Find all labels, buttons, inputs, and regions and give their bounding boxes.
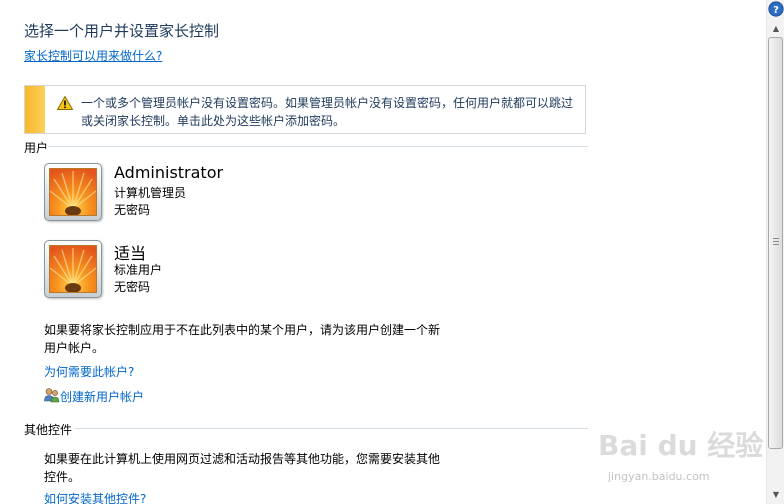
- create-account-hint-line-2: 用户帐户。: [44, 341, 105, 355]
- warning-icon: [57, 96, 73, 110]
- scroll-grip-icon: [773, 238, 779, 246]
- users-section-label: 用户: [24, 141, 49, 155]
- user-password-status: 无密码: [114, 203, 151, 217]
- user-name: Administrator: [114, 163, 224, 182]
- create-user-link[interactable]: 创建新用户帐户: [60, 388, 144, 405]
- warning-text-line-2: 或关闭家长控制。单击此处为这些帐户添加密码。: [81, 114, 346, 128]
- user-avatar-icon: [44, 240, 102, 298]
- install-controls-link[interactable]: 如何安装其他控件?: [44, 490, 146, 504]
- user-tile-administrator[interactable]: Administrator 计算机管理员 无密码: [44, 163, 444, 225]
- vertical-scrollbar[interactable]: ? ▲ ▼: [766, 0, 784, 504]
- other-controls-description: 如果要在此计算机上使用网页过滤和活动报告等其他功能，您需要安装其他 控件。: [44, 450, 444, 486]
- help-icon[interactable]: ?: [768, 1, 784, 17]
- user-password-status: 无密码: [114, 280, 151, 294]
- create-account-hint-line-1: 如果要将家长控制应用于不在此列表中的某个用户，请为该用户创建一个新: [44, 323, 441, 337]
- watermark-url: jingyan.baidu.com: [608, 470, 710, 483]
- warning-text-line-1: 一个或多个管理员帐户没有设置密码。如果管理员帐户没有设置密码，任何用户就都可以跳…: [81, 96, 574, 110]
- user-tile-shidang[interactable]: 适当 标准用户 无密码: [44, 240, 444, 302]
- warning-accent-bar: [25, 86, 45, 133]
- warning-text: 一个或多个管理员帐户没有设置密码。如果管理员帐户没有设置密码，任何用户就都可以跳…: [81, 94, 581, 130]
- user-role: 标准用户: [114, 263, 163, 277]
- page-title: 选择一个用户并设置家长控制: [24, 22, 220, 40]
- flower-picture-icon: [50, 169, 96, 215]
- other-controls-divider: [74, 428, 588, 429]
- baidu-watermark: Bai du 经验 jingyan.baidu.com: [598, 424, 763, 492]
- scroll-thumb[interactable]: [768, 37, 783, 449]
- scroll-down-arrow-icon[interactable]: ▼: [768, 486, 784, 502]
- create-user-icon: [44, 388, 60, 403]
- other-controls-section-label: 其他控件: [24, 423, 73, 437]
- content-area: 选择一个用户并设置家长控制 家长控制可以用来做什么? 一个或多个管理员帐户没有设…: [0, 0, 766, 504]
- other-controls-line-1: 如果要在此计算机上使用网页过滤和活动报告等其他功能，您需要安装其他: [44, 452, 441, 466]
- flower-picture-icon: [50, 246, 96, 292]
- create-account-hint: 如果要将家长控制应用于不在此列表中的某个用户，请为该用户创建一个新 用户帐户。: [44, 321, 444, 357]
- help-link[interactable]: 家长控制可以用来做什么?: [24, 47, 162, 64]
- svg-text:?: ?: [773, 5, 779, 16]
- parental-controls-window: 选择一个用户并设置家长控制 家长控制可以用来做什么? 一个或多个管理员帐户没有设…: [0, 0, 784, 504]
- other-controls-line-2: 控件。: [44, 470, 81, 484]
- user-role: 计算机管理员: [114, 186, 187, 200]
- user-avatar-icon: [44, 163, 102, 221]
- watermark-text: Bai du 经验: [598, 429, 764, 462]
- users-section-divider: [48, 146, 588, 147]
- why-account-link[interactable]: 为何需要此帐户?: [44, 363, 134, 380]
- scroll-up-arrow-icon[interactable]: ▲: [768, 20, 784, 36]
- warning-banner[interactable]: 一个或多个管理员帐户没有设置密码。如果管理员帐户没有设置密码，任何用户就都可以跳…: [24, 85, 586, 134]
